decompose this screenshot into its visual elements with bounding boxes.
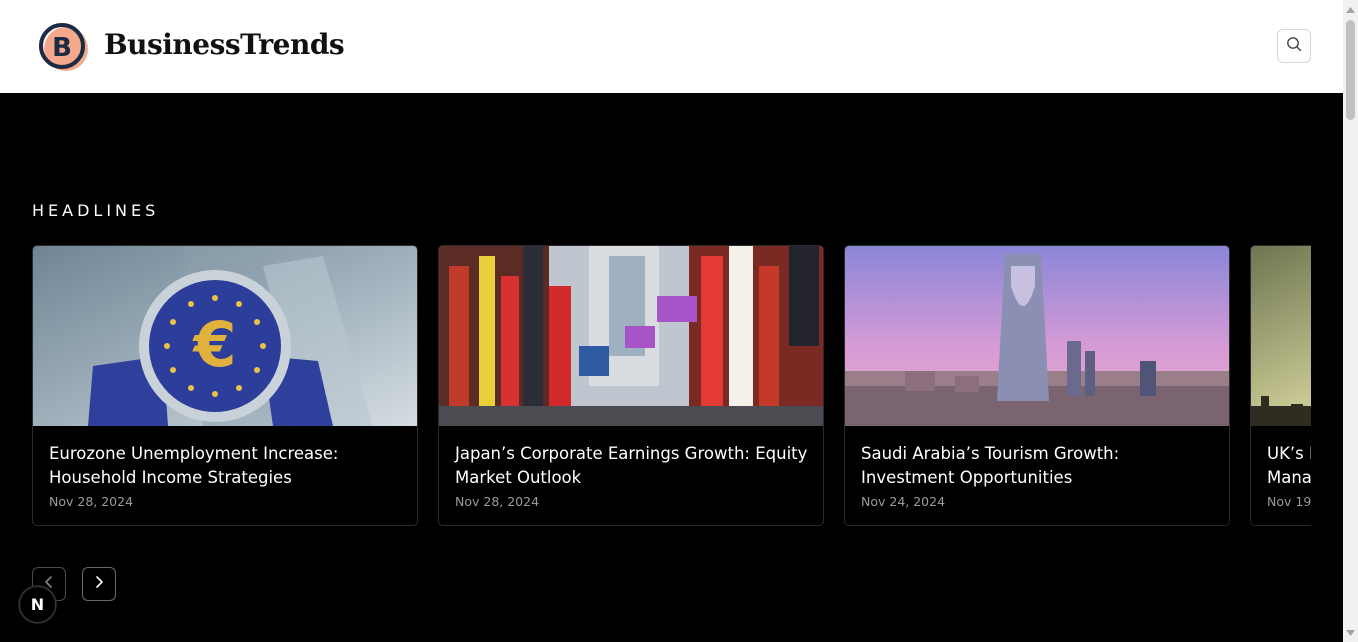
headlines-carousel[interactable]: € Eurozone Unemployment Increase: Househ… <box>32 245 1311 527</box>
card-image-euro: € <box>33 246 417 426</box>
card-title[interactable]: Japan’s Corporate Earnings Growth: Equit… <box>455 442 810 490</box>
chevron-right-icon <box>92 575 106 594</box>
headline-card[interactable]: UK’s Inflation Rise: Household Budget Ma… <box>1250 245 1311 526</box>
headline-card[interactable]: Saudi Arabia’s Tourism Growth: Investmen… <box>844 245 1230 526</box>
card-image-riyadh <box>845 246 1229 426</box>
card-date: Nov 28, 2024 <box>49 494 134 509</box>
page-scrollbar[interactable] <box>1343 0 1358 642</box>
brand-name[interactable]: BusinessTrends <box>104 28 345 61</box>
card-title[interactable]: UK’s Inflation Rise: Household Budget Ma… <box>1267 442 1311 490</box>
search-icon <box>1286 36 1302 57</box>
card-date: Nov 28, 2024 <box>455 494 540 509</box>
svg-text:B: B <box>52 33 72 63</box>
svg-text:€: € <box>191 308 236 381</box>
card-date: Nov 24, 2024 <box>861 494 946 509</box>
scroll-up-arrow-icon[interactable] <box>1343 2 1358 17</box>
site-header: B BusinessTrends <box>0 0 1343 93</box>
dev-tools-badge[interactable]: N <box>19 586 56 623</box>
headline-card[interactable]: Japan’s Corporate Earnings Growth: Equit… <box>438 245 824 526</box>
section-title: HEADLINES <box>32 201 160 220</box>
carousel-next-button[interactable] <box>82 567 116 601</box>
headlines-section: HEADLINES € Eurozone Unemployment Increa… <box>0 93 1343 642</box>
search-button[interactable] <box>1277 29 1311 63</box>
card-image-london <box>1251 246 1311 426</box>
scroll-thumb[interactable] <box>1346 20 1355 120</box>
card-date: Nov 19, 2024 <box>1267 494 1311 509</box>
card-title[interactable]: Eurozone Unemployment Increase: Househol… <box>49 442 404 490</box>
card-image-tokyo <box>439 246 823 426</box>
card-title[interactable]: Saudi Arabia’s Tourism Growth: Investmen… <box>861 442 1216 490</box>
scroll-down-arrow-icon[interactable] <box>1343 625 1358 640</box>
headline-card[interactable]: € Eurozone Unemployment Increase: Househ… <box>32 245 418 526</box>
brand-logo[interactable]: B <box>36 20 90 74</box>
